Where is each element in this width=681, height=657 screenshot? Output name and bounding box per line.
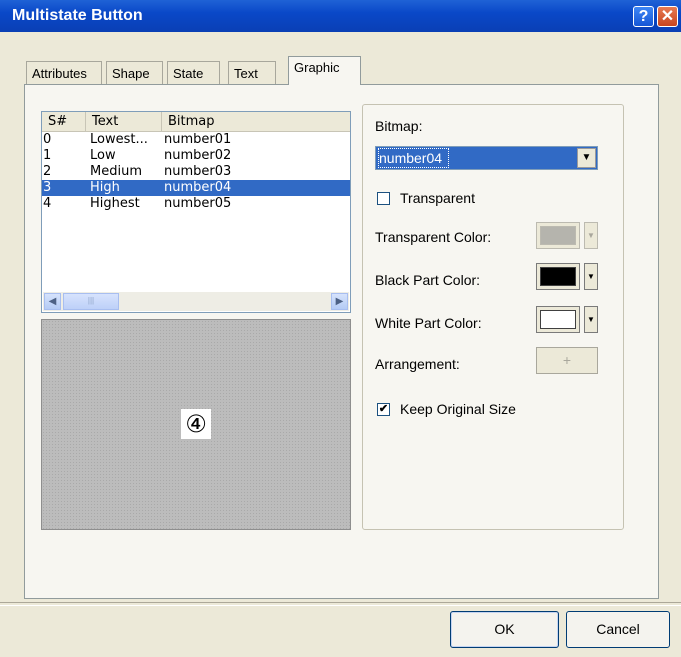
list-rows: 0 Lowest... number01 1 Low number02 2 Me… — [42, 132, 350, 212]
window-title: Multistate Button — [12, 7, 143, 24]
state-text: Lowest... — [90, 132, 148, 147]
state-bitmap: number05 — [164, 196, 232, 211]
help-button[interactable]: ? — [633, 6, 654, 27]
multistate-button-dialog: Multistate Button ? ✕ Attributes Shape S… — [0, 0, 681, 657]
keep-original-size-label[interactable]: Keep Original Size — [400, 401, 516, 417]
footer-separator — [0, 602, 681, 606]
arrangement-label: Arrangement: — [375, 356, 460, 372]
transparent-color-label: Transparent Color: — [375, 229, 492, 245]
state-number: 0 — [43, 132, 52, 147]
column-header-bitmap[interactable]: Bitmap — [162, 112, 350, 131]
transparent-color-swatch — [540, 226, 576, 245]
bitmap-select-value: number04 — [377, 148, 450, 168]
close-button[interactable]: ✕ — [657, 6, 678, 27]
bitmap-preview: ④ — [41, 319, 351, 530]
list-header: S# Text Bitmap — [42, 112, 350, 132]
state-number: 2 — [43, 164, 52, 179]
white-part-color-label: White Part Color: — [375, 315, 482, 331]
list-item-selected[interactable]: 3 High number04 — [42, 180, 350, 196]
state-bitmap: number04 — [164, 180, 232, 195]
transparent-color-button[interactable] — [536, 222, 580, 249]
state-number: 4 — [43, 196, 52, 211]
column-header-number[interactable]: S# — [42, 112, 86, 131]
column-header-text[interactable]: Text — [86, 112, 162, 131]
ok-button[interactable]: OK — [450, 611, 559, 648]
tab-state[interactable]: State — [167, 61, 220, 84]
black-part-color-dropdown-icon[interactable]: ▼ — [584, 263, 598, 290]
state-text: High — [90, 180, 120, 195]
state-text: Highest — [90, 196, 140, 211]
state-text: Low — [90, 148, 116, 163]
title-bar: Multistate Button ? ✕ — [0, 0, 681, 32]
white-part-color-button[interactable] — [536, 306, 580, 333]
state-bitmap: number02 — [164, 148, 232, 163]
list-item[interactable]: 4 Highest number05 — [42, 196, 350, 212]
white-color-swatch — [540, 310, 576, 329]
horizontal-scrollbar[interactable]: ◀ ||| ▶ — [43, 292, 349, 311]
bitmap-select[interactable]: number04 ▼ — [375, 146, 598, 170]
bitmap-label: Bitmap: — [375, 118, 423, 134]
scroll-thumb[interactable]: ||| — [63, 293, 119, 310]
tab-shape[interactable]: Shape — [106, 61, 163, 84]
list-item[interactable]: 0 Lowest... number01 — [42, 132, 350, 148]
tab-attributes[interactable]: Attributes — [26, 61, 102, 84]
crosshair-icon: + — [562, 352, 572, 368]
transparent-checkbox[interactable] — [377, 192, 390, 205]
black-part-color-button[interactable] — [536, 263, 580, 290]
scroll-left-icon[interactable]: ◀ — [44, 293, 61, 310]
tab-graphic[interactable]: Graphic — [288, 56, 361, 85]
cancel-button[interactable]: Cancel — [566, 611, 670, 648]
state-number: 3 — [43, 180, 52, 195]
transparent-color-dropdown-icon[interactable]: ▼ — [584, 222, 598, 249]
arrangement-button[interactable]: + — [536, 347, 598, 374]
state-number: 1 — [43, 148, 52, 163]
state-bitmap: number03 — [164, 164, 232, 179]
transparent-label[interactable]: Transparent — [400, 190, 475, 206]
tab-text[interactable]: Text — [228, 61, 276, 84]
state-bitmap: number01 — [164, 132, 232, 147]
list-item[interactable]: 2 Medium number03 — [42, 164, 350, 180]
scroll-right-icon[interactable]: ▶ — [331, 293, 348, 310]
black-part-color-label: Black Part Color: — [375, 272, 481, 288]
list-item[interactable]: 1 Low number02 — [42, 148, 350, 164]
state-list[interactable]: S# Text Bitmap 0 Lowest... number01 1 Lo… — [41, 111, 351, 313]
state-text: Medium — [90, 164, 142, 179]
dropdown-arrow-icon[interactable]: ▼ — [577, 148, 596, 168]
white-part-color-dropdown-icon[interactable]: ▼ — [584, 306, 598, 333]
black-color-swatch — [540, 267, 576, 286]
circled-four-bitmap: ④ — [181, 409, 211, 439]
keep-original-size-checkbox[interactable]: ✔ — [377, 403, 390, 416]
